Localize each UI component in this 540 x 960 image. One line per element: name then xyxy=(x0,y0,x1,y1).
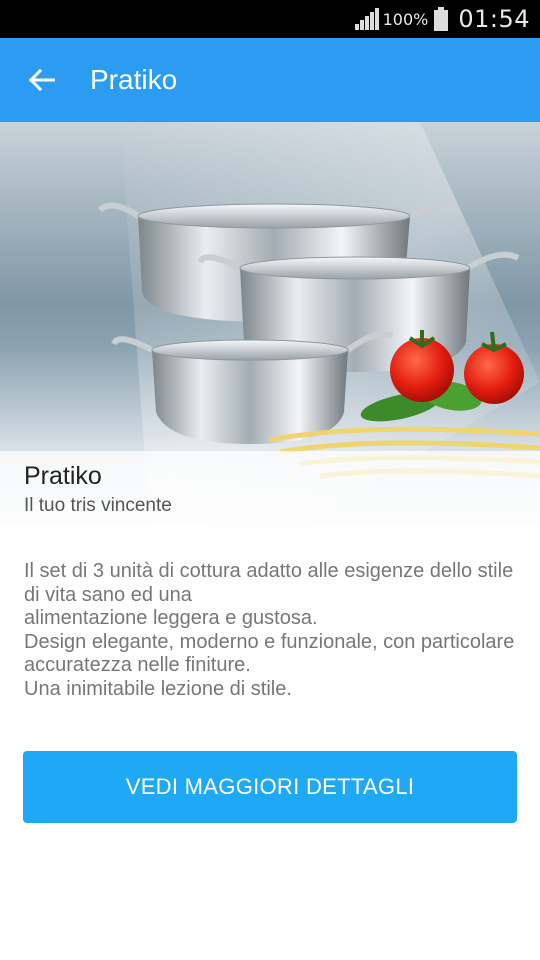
page-title: Pratiko xyxy=(90,64,178,95)
description-line: alimentazione leggera e gustosa. xyxy=(24,607,318,630)
status-bar: 100% 01:54 xyxy=(0,0,540,38)
more-details-button[interactable]: VEDI MAGGIORI DETTAGLI xyxy=(23,751,517,823)
app-bar: Pratiko xyxy=(0,38,540,122)
product-subtitle: Il tuo tris vincente xyxy=(24,495,172,516)
description-line: Il set di 3 unità di cottura adatto alle… xyxy=(24,560,514,606)
product-hero-image: Pratiko Il tuo tris vincente xyxy=(0,122,540,527)
hero-caption: Pratiko Il tuo tris vincente xyxy=(0,451,540,527)
description-line: Una inimitabile lezione di stile. xyxy=(24,677,292,700)
description-line: Design elegante, moderno e funzionale, c… xyxy=(24,630,515,677)
status-clock: 01:54 xyxy=(458,5,530,33)
signal-icon xyxy=(354,8,379,30)
battery-percent: 100% xyxy=(382,9,429,29)
product-description: Il set di 3 unità di cottura adatto alle… xyxy=(24,560,520,702)
product-title: Pratiko xyxy=(24,462,102,490)
back-button[interactable] xyxy=(0,38,84,122)
arrow-back-icon xyxy=(29,69,55,91)
battery-icon xyxy=(434,7,449,31)
